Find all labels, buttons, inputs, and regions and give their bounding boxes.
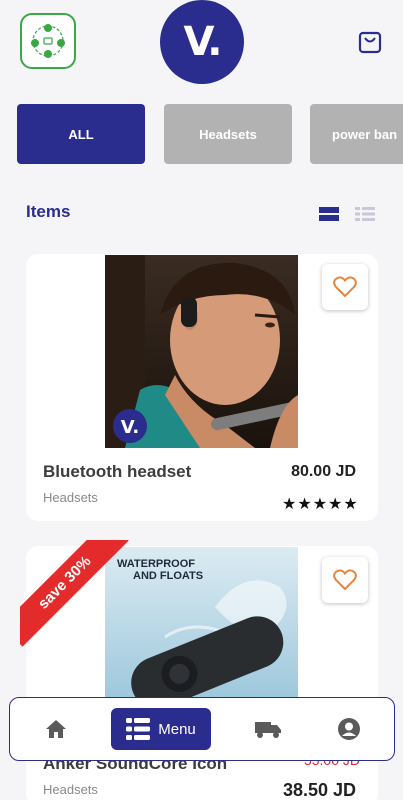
people-network-icon[interactable]	[20, 13, 76, 69]
sale-ribbon: save 30%	[20, 540, 130, 650]
product-image: V.	[105, 255, 298, 448]
product-price: 38.50 JD	[282, 780, 356, 800]
product-category: Headsets	[43, 490, 98, 505]
image-headline-2: AND FLOATS	[133, 570, 203, 582]
favorite-button[interactable]	[322, 264, 368, 310]
heart-icon	[333, 569, 357, 591]
favorite-button[interactable]	[322, 557, 368, 603]
menu-list-icon	[126, 718, 151, 740]
product-name[interactable]: Bluetooth headset	[43, 462, 191, 482]
nav-profile[interactable]	[331, 698, 367, 760]
product-image: WATERPROOF AND FLOATS	[105, 547, 298, 702]
menu-button[interactable]: Menu	[111, 708, 211, 750]
user-circle-icon	[338, 718, 360, 740]
chip-all[interactable]: ALL	[17, 104, 145, 164]
product-category: Headsets	[43, 782, 98, 797]
menu-label: Menu	[158, 720, 196, 738]
nav-home[interactable]	[38, 698, 74, 760]
sale-ribbon-text: save 30%	[20, 540, 129, 647]
product-price: 80.00 JD	[291, 463, 356, 480]
logo-text: V.	[183, 19, 223, 65]
product-card[interactable]: V. Bluetooth headset Headsets 80.00 JD ★…	[26, 254, 378, 521]
chip-headsets[interactable]: Headsets	[164, 104, 292, 164]
header: V.	[0, 0, 403, 90]
items-heading: Items	[26, 202, 71, 221]
brand-logo: V.	[160, 0, 244, 84]
shopping-bag-icon[interactable]	[357, 27, 383, 55]
image-badge-text: V.	[121, 417, 139, 438]
truck-icon	[255, 722, 281, 738]
nav-delivery[interactable]	[250, 698, 286, 760]
rating-stars: ★★★★★	[282, 496, 359, 513]
heart-icon	[333, 276, 357, 298]
bottom-navigation: Menu	[9, 697, 395, 761]
chip-power-banks[interactable]: power ban	[310, 104, 403, 164]
list-view-icon[interactable]	[355, 206, 375, 222]
home-icon	[46, 720, 66, 738]
category-filter-bar: ALL Headsets power ban	[0, 104, 403, 166]
grid-view-icon[interactable]	[319, 206, 339, 222]
